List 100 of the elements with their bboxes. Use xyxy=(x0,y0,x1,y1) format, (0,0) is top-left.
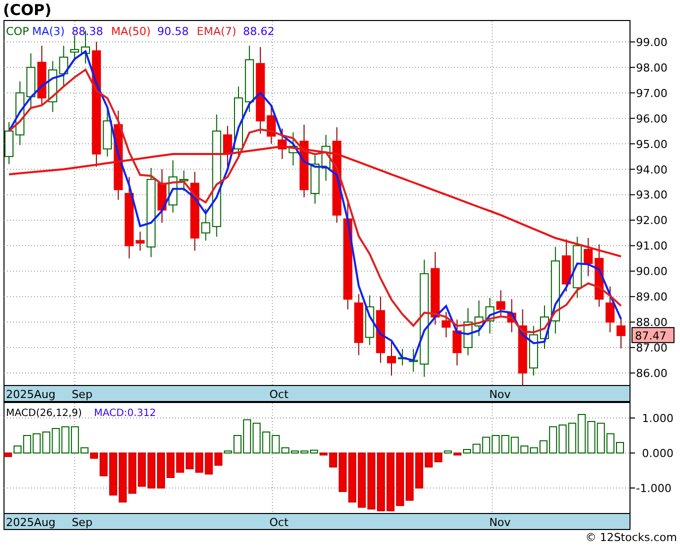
candlestick xyxy=(15,80,24,146)
candlestick xyxy=(158,168,166,224)
histogram-bar xyxy=(376,452,385,512)
candlestick xyxy=(278,128,287,160)
copyright-text: © 12Stocks.com xyxy=(585,531,678,544)
histogram-bar xyxy=(587,421,596,454)
candlestick xyxy=(398,348,407,366)
axis-label: 93.00 xyxy=(636,188,668,202)
histogram-bar xyxy=(492,435,500,454)
candlestick xyxy=(584,238,593,277)
histogram-bar xyxy=(348,452,356,502)
candlestick xyxy=(606,286,615,333)
histogram-bar xyxy=(406,452,414,501)
candlestick xyxy=(102,108,112,158)
axis-label: 99.00 xyxy=(636,36,668,49)
histogram-bar xyxy=(540,440,548,454)
axis-label: 86.00 xyxy=(636,367,668,380)
histogram-bar xyxy=(42,432,50,454)
candlestick xyxy=(496,290,506,318)
histogram-bar xyxy=(252,422,261,454)
axis-label: 90.00 xyxy=(636,265,668,278)
histogram-bar xyxy=(463,449,471,454)
histogram-bar xyxy=(186,452,194,470)
histogram-bar xyxy=(386,452,394,512)
legend-label: 88.38 xyxy=(72,25,104,38)
candlestick xyxy=(310,154,320,204)
histogram-bar xyxy=(616,442,624,454)
candlestick xyxy=(408,348,418,372)
histogram-bar xyxy=(138,452,146,487)
candlestick xyxy=(616,316,626,349)
histogram-bar xyxy=(70,426,79,454)
candlestick xyxy=(48,60,58,112)
histogram-bar xyxy=(157,452,165,488)
axis-label: 0.000 xyxy=(642,447,674,460)
candlestick xyxy=(474,300,484,337)
histogram-bar xyxy=(166,452,175,478)
axis-label: Nov xyxy=(489,388,511,401)
candlestick xyxy=(594,244,604,308)
candlestick xyxy=(572,236,582,298)
histogram-bar xyxy=(358,452,366,508)
histogram-bar xyxy=(195,452,204,473)
histogram-bar xyxy=(367,452,376,510)
axis-label: Nov xyxy=(489,516,511,529)
histogram-bar xyxy=(118,452,127,502)
candlestick xyxy=(354,294,364,356)
chart-legend: MACD(26,12,9) MACD:0.312 xyxy=(6,408,156,419)
candlestick xyxy=(464,308,472,356)
candlestick xyxy=(244,45,254,112)
axis-label: 98.00 xyxy=(636,61,668,74)
histogram-bar xyxy=(61,426,70,454)
candlestick xyxy=(288,132,298,166)
histogram-bar xyxy=(549,426,558,454)
candlestick xyxy=(70,35,80,60)
legend-label: COP xyxy=(6,25,29,38)
axis-label: 2025Aug xyxy=(6,516,56,529)
histogram-bar xyxy=(243,419,252,454)
axis-label: 96.00 xyxy=(636,112,668,126)
axis-label: 1.000 xyxy=(642,412,674,425)
axis-label: Oct xyxy=(269,516,288,529)
candlestick xyxy=(365,294,374,346)
candlestick xyxy=(376,296,386,364)
candlestick xyxy=(387,339,396,376)
histogram-bar xyxy=(128,452,136,494)
axis-label: 94.00 xyxy=(636,163,668,176)
histogram-bar xyxy=(4,452,12,457)
candlestick xyxy=(179,170,188,192)
candlestick xyxy=(37,45,46,106)
legend-label: 90.58 xyxy=(157,25,189,38)
candlestick xyxy=(201,208,210,242)
axis-label: 95.00 xyxy=(636,138,668,151)
axis-label: Oct xyxy=(269,388,288,401)
candlestick xyxy=(452,319,462,366)
axis-label: 87.00 xyxy=(636,342,668,355)
histogram-bar xyxy=(558,424,567,454)
axis-label: 92.00 xyxy=(636,214,668,228)
histogram-bar xyxy=(501,435,510,454)
candlestick xyxy=(442,311,451,338)
chart-title: (COP) xyxy=(2,0,52,20)
histogram-bar xyxy=(176,452,184,473)
candlestick xyxy=(562,238,571,292)
histogram-bar xyxy=(80,447,88,454)
candlestick xyxy=(529,325,538,376)
candlestick xyxy=(234,86,243,158)
histogram-bar xyxy=(234,435,242,454)
legend-label: MA(50) xyxy=(111,25,151,38)
candlestick xyxy=(540,305,549,350)
histogram-bar xyxy=(52,428,60,454)
legend-label: EMA(7) xyxy=(196,25,236,38)
axis-label: Sep xyxy=(72,516,92,529)
histogram-bar xyxy=(32,433,41,454)
candlestick xyxy=(266,106,276,144)
histogram-bar xyxy=(568,422,576,454)
histogram-bar xyxy=(147,452,156,488)
candlestick xyxy=(507,298,516,333)
axis-label: 97.00 xyxy=(636,86,668,100)
axis-label: -1.000 xyxy=(636,482,672,495)
histogram-bar xyxy=(310,450,318,454)
axis-label: Sep xyxy=(72,388,92,401)
axis-label: 91.00 xyxy=(636,240,668,253)
candlestick xyxy=(4,122,14,165)
